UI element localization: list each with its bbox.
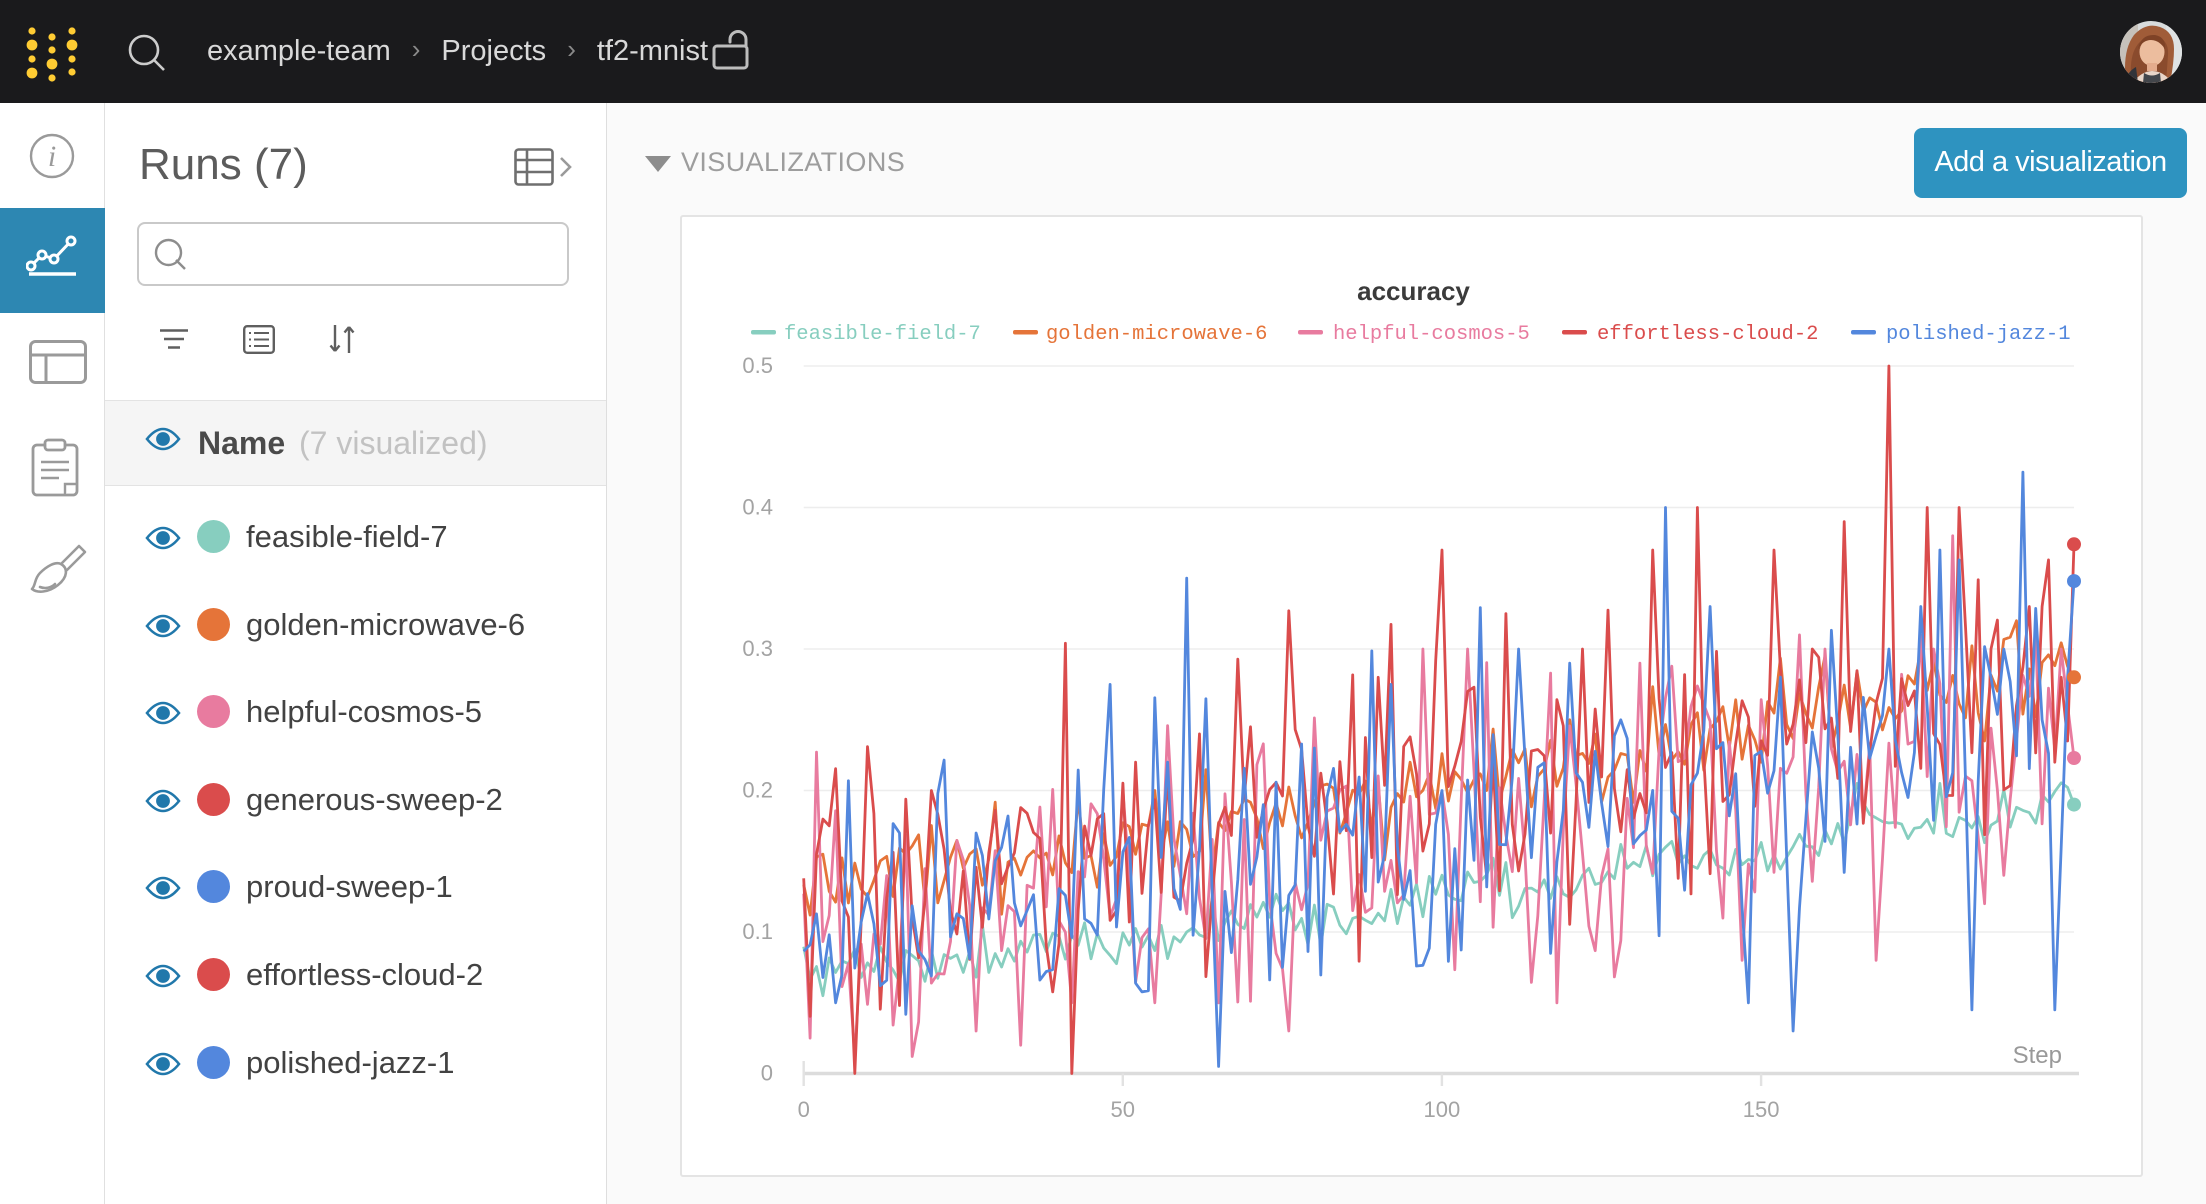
svg-text:Step: Step	[2013, 1042, 2062, 1069]
svg-text:accuracy: accuracy	[1357, 276, 1470, 306]
svg-text:golden-microwave-6: golden-microwave-6	[1046, 323, 1267, 346]
svg-text:0.5: 0.5	[742, 353, 773, 378]
svg-text:0.1: 0.1	[742, 919, 773, 944]
svg-text:0.2: 0.2	[742, 778, 773, 803]
svg-text:i: i	[48, 140, 56, 173]
svg-text:feasible-field-7: feasible-field-7	[784, 323, 981, 346]
svg-text:0: 0	[761, 1061, 773, 1086]
svg-text:150: 150	[1743, 1097, 1780, 1122]
svg-text:50: 50	[1111, 1097, 1135, 1122]
svg-text:0.4: 0.4	[742, 495, 773, 520]
svg-text:0.3: 0.3	[742, 636, 773, 661]
svg-text:helpful-cosmos-5: helpful-cosmos-5	[1333, 323, 1530, 346]
svg-text:polished-jazz-1: polished-jazz-1	[1886, 323, 2071, 346]
svg-text:effortless-cloud-2: effortless-cloud-2	[1597, 323, 1818, 346]
svg-text:100: 100	[1424, 1097, 1461, 1122]
svg-text:0: 0	[798, 1097, 810, 1122]
